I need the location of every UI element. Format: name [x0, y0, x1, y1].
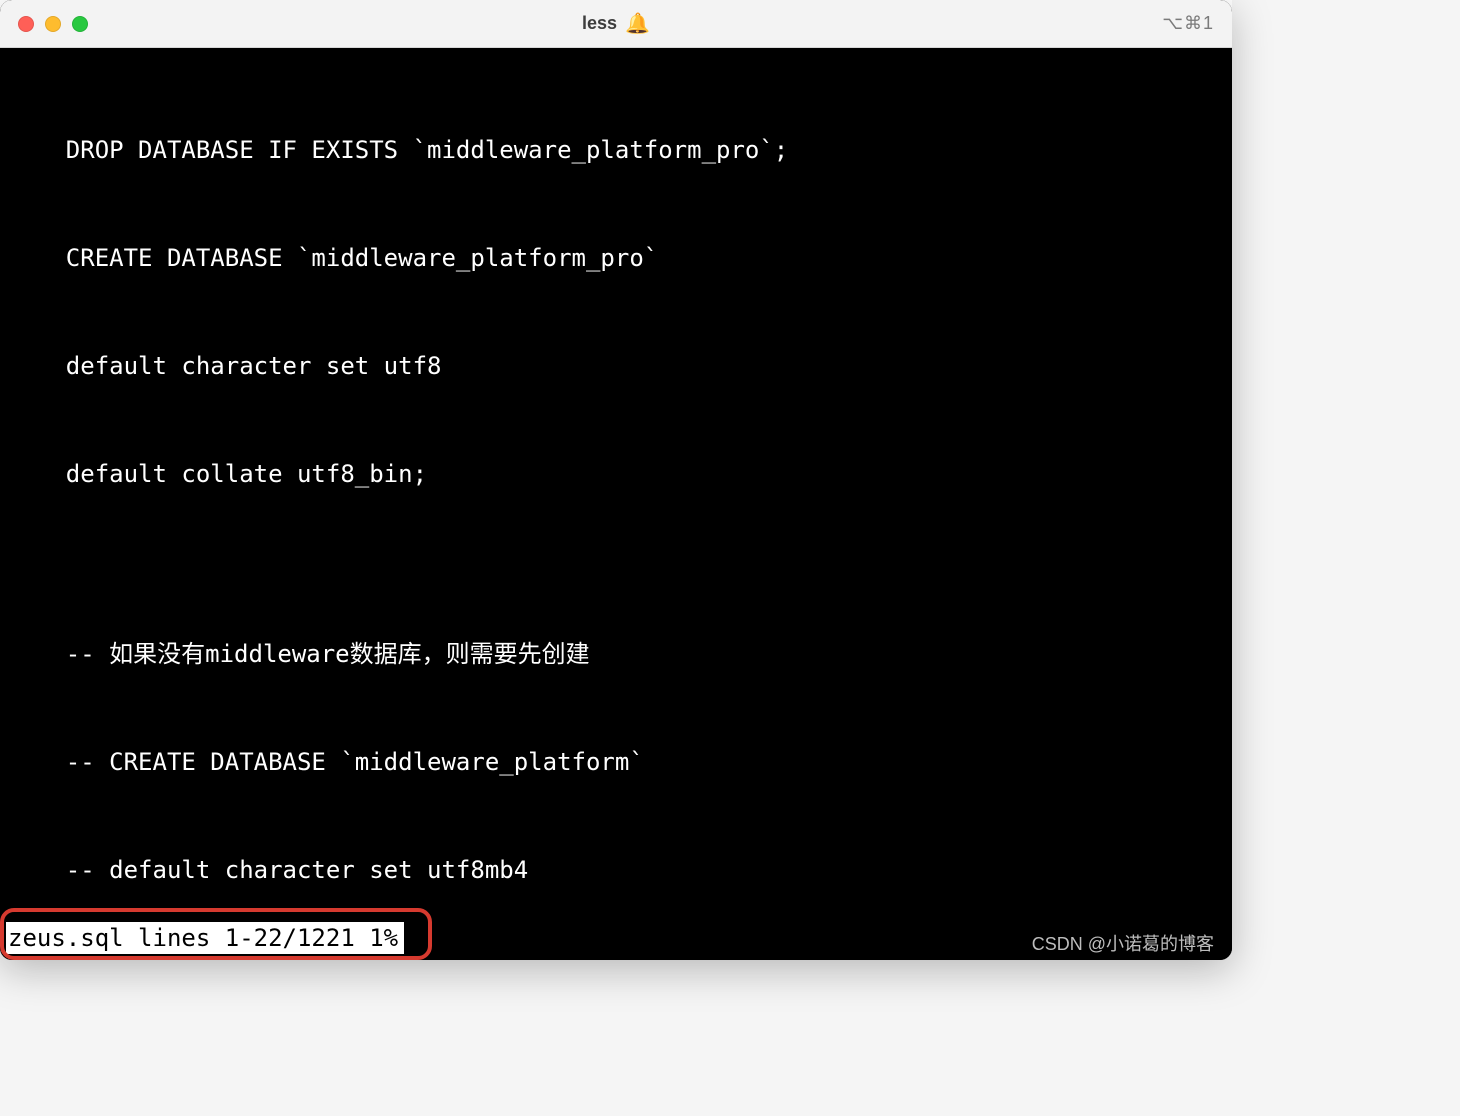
traffic-lights	[18, 16, 88, 32]
bell-icon: 🔔	[625, 11, 650, 36]
shortcut-label: ⌥⌘1	[1162, 13, 1214, 34]
zoom-icon[interactable]	[72, 16, 88, 32]
code-line: CREATE DATABASE `middleware_platform_pro…	[0, 240, 1232, 276]
window-title: less 🔔	[582, 11, 650, 36]
minimize-icon[interactable]	[45, 16, 61, 32]
code-line: DROP DATABASE IF EXISTS `middleware_plat…	[0, 132, 1232, 168]
close-icon[interactable]	[18, 16, 34, 32]
code-line: -- default character set utf8mb4	[0, 852, 1232, 888]
code-line: -- 如果没有middleware数据库，则需要先创建	[0, 636, 1232, 672]
title-text: less	[582, 13, 617, 34]
watermark-text: CSDN @小诺葛的博客	[1032, 930, 1214, 956]
terminal-content[interactable]: DROP DATABASE IF EXISTS `middleware_plat…	[0, 48, 1232, 960]
code-line: default character set utf8	[0, 348, 1232, 384]
code-line: -- CREATE DATABASE `middleware_platform`	[0, 744, 1232, 780]
terminal-window: less 🔔 ⌥⌘1 DROP DATABASE IF EXISTS `midd…	[0, 0, 1232, 960]
titlebar[interactable]: less 🔔 ⌥⌘1	[0, 0, 1232, 48]
code-line: default collate utf8_bin;	[0, 456, 1232, 492]
less-status-line: zeus.sql lines 1-22/1221 1%	[6, 922, 404, 954]
